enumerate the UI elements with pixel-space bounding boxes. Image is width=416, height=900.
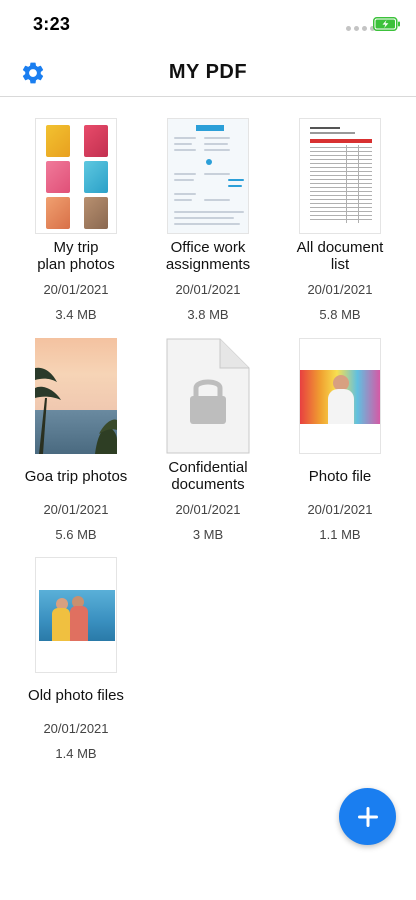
file-item-all-document-list[interactable]: All document list 20/01/2021 5.8 MB [274,118,406,322]
spreadsheet-thumbnail [299,118,381,234]
file-date: 20/01/2021 [175,502,241,517]
beach-sunset-thumbnail [35,338,117,454]
friends-photo-thumbnail [35,557,117,673]
file-item-my-trip-plan-photos[interactable]: My trip plan photos 20/01/2021 3.4 MB [10,118,142,322]
file-name: Office work assignments [165,239,251,273]
file-name: Goa trip photos [24,467,128,485]
plus-icon [357,806,378,827]
file-name: Photo file [308,467,372,485]
photo-collage-thumbnail [35,118,117,234]
file-name: Old photo files [28,686,124,704]
status-bar: 3:23 [0,0,416,50]
file-name: All document list [296,239,384,273]
file-date: 20/01/2021 [43,502,109,517]
file-item-confidential-documents[interactable]: Confidential documents 20/01/2021 3 MB [142,338,274,542]
file-item-office-work-assignments[interactable]: Office work assignments 20/01/2021 3.8 MB [142,118,274,322]
file-item-old-photo-files[interactable]: Old photo files 20/01/2021 1.4 MB [10,557,142,761]
page-title: MY PDF [168,61,248,83]
file-date: 20/01/2021 [307,502,373,517]
file-size: 3 MB [192,527,224,542]
file-item-photo-file[interactable]: Photo file 20/01/2021 1.1 MB [274,338,406,542]
navigation-bar: MY PDF [0,50,416,97]
file-name: My trip plan photos [37,239,115,273]
battery-charging-icon [373,17,400,31]
cellular-signal-icon [346,26,375,31]
file-item-goa-trip-photos[interactable]: Goa trip photos 20/01/2021 5.6 MB [10,338,142,542]
file-size: 5.8 MB [319,307,361,322]
file-date: 20/01/2021 [43,721,109,736]
file-size: 1.4 MB [55,746,97,761]
portrait-photo-thumbnail [299,338,381,454]
file-size: 3.8 MB [187,307,229,322]
locked-document-icon [166,338,250,454]
file-size: 1.1 MB [319,527,361,542]
file-date: 20/01/2021 [43,282,109,297]
add-file-button[interactable] [339,788,396,845]
file-name: Confidential documents [168,459,248,493]
file-size: 5.6 MB [55,527,97,542]
file-date: 20/01/2021 [175,282,241,297]
file-size: 3.4 MB [55,307,97,322]
status-time: 3:23 [33,14,71,34]
file-date: 20/01/2021 [307,282,373,297]
resume-document-thumbnail [167,118,249,234]
